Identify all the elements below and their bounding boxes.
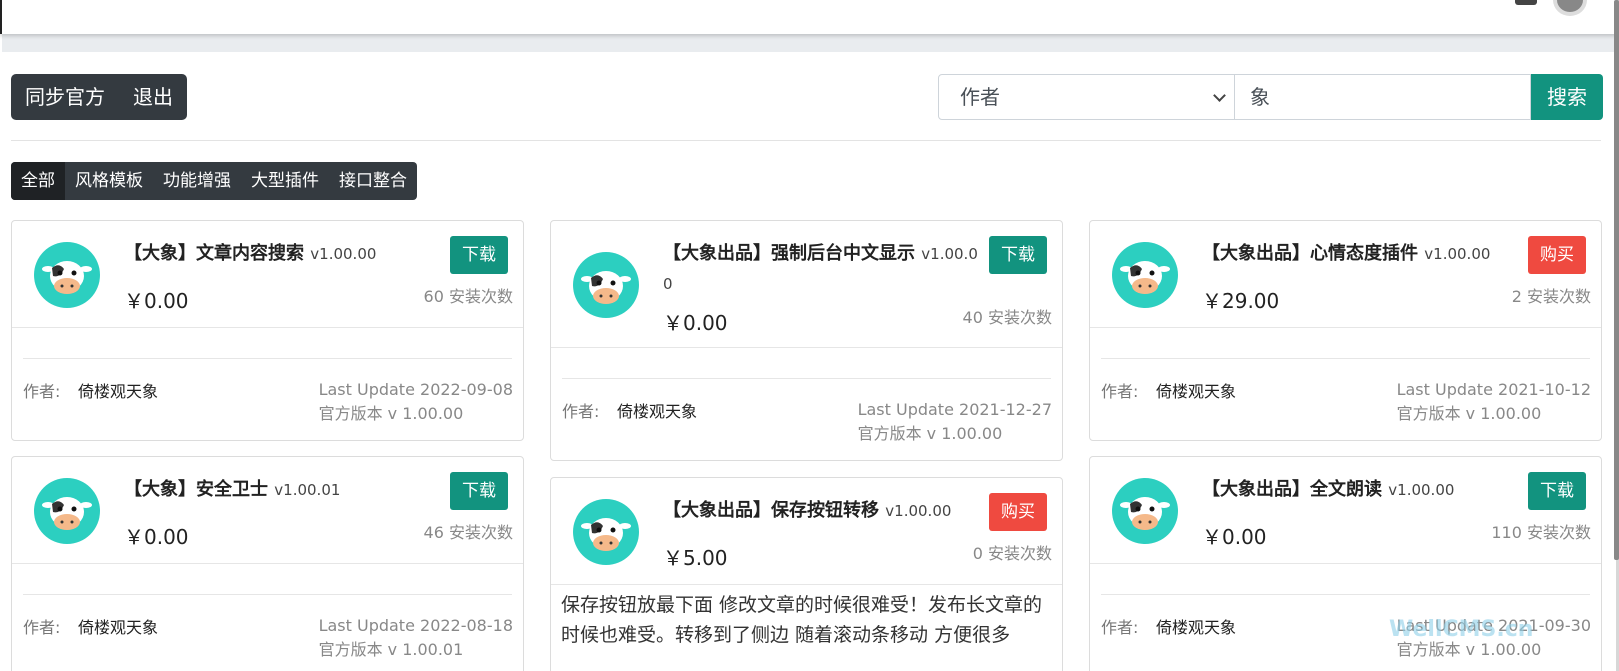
tab-large-plugins[interactable]: 大型插件 <box>241 162 329 200</box>
author-label: 作者: <box>23 618 61 637</box>
sync-official-button[interactable]: 同步官方 <box>11 74 119 120</box>
plugin-version: v1.00.00 <box>310 245 377 263</box>
author-name: 倚楼观天象 <box>617 402 698 421</box>
author-name: 倚楼观天象 <box>1156 618 1237 637</box>
search-button[interactable]: 搜索 <box>1531 74 1603 120</box>
plugin-price: ￥0.00 <box>663 311 728 335</box>
author-label: 作者: <box>562 402 600 421</box>
plugin-card: 【大象出品】强制后台中文显示 v1.00.00 ￥0.00 下载 40 安装次数… <box>550 220 1063 461</box>
plugin-price: ￥0.00 <box>124 289 189 313</box>
tab-feature-enhance[interactable]: 功能增强 <box>153 162 241 200</box>
top-navbar <box>0 0 1617 34</box>
cow-logo-icon <box>1112 242 1178 308</box>
search-field-selected: 作者 <box>960 85 1000 109</box>
plugin-version: v1.00.00 <box>1388 481 1455 499</box>
plugin-card: 【大象出品】保存按钮转移 v1.00.00 ￥5.00 购买 0 安装次数 保存… <box>550 477 1063 671</box>
divider <box>12 563 523 564</box>
site-watermark: WellCMS.cn <box>1389 617 1534 642</box>
divider <box>1090 563 1601 564</box>
search-bar: 作者 象 搜索 <box>938 74 1603 120</box>
plugin-version: v1.00.01 <box>274 481 341 499</box>
plugin-price: ￥0.00 <box>1202 525 1267 549</box>
author-label: 作者: <box>1101 382 1139 401</box>
download-button[interactable]: 下载 <box>450 472 508 510</box>
search-input[interactable]: 象 <box>1235 74 1531 120</box>
install-count: 0 安装次数 <box>972 544 1052 563</box>
divider <box>23 358 512 359</box>
plugin-price: ￥29.00 <box>1202 289 1280 313</box>
author-name: 倚楼观天象 <box>78 382 159 401</box>
cow-logo-icon <box>573 499 639 565</box>
cow-logo-icon <box>34 478 100 544</box>
plugin-card: 【大象出品】心情态度插件 v1.00.00 ￥29.00 购买 2 安装次数 作… <box>1089 220 1602 441</box>
author-name: 倚楼观天象 <box>78 618 159 637</box>
tab-theme-templates[interactable]: 风格模板 <box>65 162 153 200</box>
plugin-title[interactable]: 【大象出品】全文朗读 <box>1202 479 1382 500</box>
last-update: Last Update 2021-12-27 <box>857 400 1052 419</box>
plugin-title[interactable]: 【大象出品】心情态度插件 <box>1202 243 1418 264</box>
logout-button[interactable]: 退出 <box>119 74 187 120</box>
plugin-version: v1.00.00 <box>1424 245 1491 263</box>
divider <box>1090 327 1601 328</box>
update-info: Last Update 2022-09-08 官方版本 v 1.00.00 <box>319 378 513 426</box>
divider <box>551 347 1062 348</box>
divider <box>11 140 1601 141</box>
scrollbar[interactable] <box>1614 0 1619 560</box>
plugin-title[interactable]: 【大象出品】保存按钮转移 <box>663 500 879 521</box>
install-count: 60 安装次数 <box>423 287 513 306</box>
plugin-price: ￥5.00 <box>663 546 728 570</box>
last-update: Last Update 2021-10-12 <box>1396 380 1591 399</box>
tab-all[interactable]: 全部 <box>11 162 65 200</box>
divider <box>551 584 1062 585</box>
divider <box>12 327 523 328</box>
update-info: Last Update 2022-08-18 官方版本 v 1.00.01 <box>319 614 513 662</box>
install-count: 40 安装次数 <box>962 308 1052 327</box>
download-button[interactable]: 下载 <box>989 236 1047 274</box>
search-field-select[interactable]: 作者 <box>938 74 1235 120</box>
notification-icon[interactable] <box>1515 0 1537 5</box>
user-avatar[interactable] <box>1553 0 1587 16</box>
plugin-toolbar: 同步官方 退出 <box>11 74 187 120</box>
official-version: 官方版本 v 1.00.01 <box>318 640 464 659</box>
plugin-price: ￥0.00 <box>124 525 189 549</box>
plugin-description: 保存按钮放最下面 修改文章的时候很难受！发布长文章的时候也难受。转移到了侧边 随… <box>561 594 1043 646</box>
download-button[interactable]: 下载 <box>450 236 508 274</box>
plugin-title[interactable]: 【大象出品】强制后台中文显示 <box>663 243 915 264</box>
official-version: 官方版本 v 1.00.00 <box>318 404 464 423</box>
plugin-version: v1.00.00 <box>885 502 952 520</box>
cow-logo-icon <box>1112 478 1178 544</box>
author-name: 倚楼观天象 <box>1156 382 1237 401</box>
divider <box>1101 358 1590 359</box>
last-update: Last Update 2022-08-18 <box>318 616 513 635</box>
download-button[interactable]: 下载 <box>1528 472 1586 510</box>
update-info: Last Update 2021-12-27 官方版本 v 1.00.00 <box>858 398 1052 446</box>
cow-logo-icon <box>573 252 639 318</box>
plugin-card: 【大象】文章内容搜索 v1.00.00 ￥0.00 下载 60 安装次数 作者:… <box>11 220 524 441</box>
chevron-down-icon <box>1213 89 1226 102</box>
plugin-card: 【大象】安全卫士 v1.00.01 ￥0.00 下载 46 安装次数 作者: 倚… <box>11 456 524 671</box>
category-tabs: 全部 风格模板 功能增强 大型插件 接口整合 <box>11 162 417 200</box>
install-count: 46 安装次数 <box>423 523 513 542</box>
plugin-title[interactable]: 【大象】文章内容搜索 <box>124 243 304 264</box>
official-version: 官方版本 v 1.00.00 <box>1396 404 1542 423</box>
tab-api-integration[interactable]: 接口整合 <box>329 162 417 200</box>
cow-logo-icon <box>34 242 100 308</box>
divider <box>23 594 512 595</box>
buy-button[interactable]: 购买 <box>989 493 1047 531</box>
plugin-title[interactable]: 【大象】安全卫士 <box>124 479 268 500</box>
author-label: 作者: <box>1101 618 1139 637</box>
divider <box>562 378 1051 379</box>
install-count: 110 安装次数 <box>1491 523 1591 542</box>
buy-button[interactable]: 购买 <box>1528 236 1586 274</box>
official-version: 官方版本 v 1.00.00 <box>857 424 1003 443</box>
install-count: 2 安装次数 <box>1511 287 1591 306</box>
divider <box>1101 594 1590 595</box>
update-info: Last Update 2021-10-12 官方版本 v 1.00.00 <box>1397 378 1591 426</box>
author-label: 作者: <box>23 382 61 401</box>
last-update: Last Update 2022-09-08 <box>318 380 513 399</box>
header-shadow-strip <box>2 34 1617 52</box>
